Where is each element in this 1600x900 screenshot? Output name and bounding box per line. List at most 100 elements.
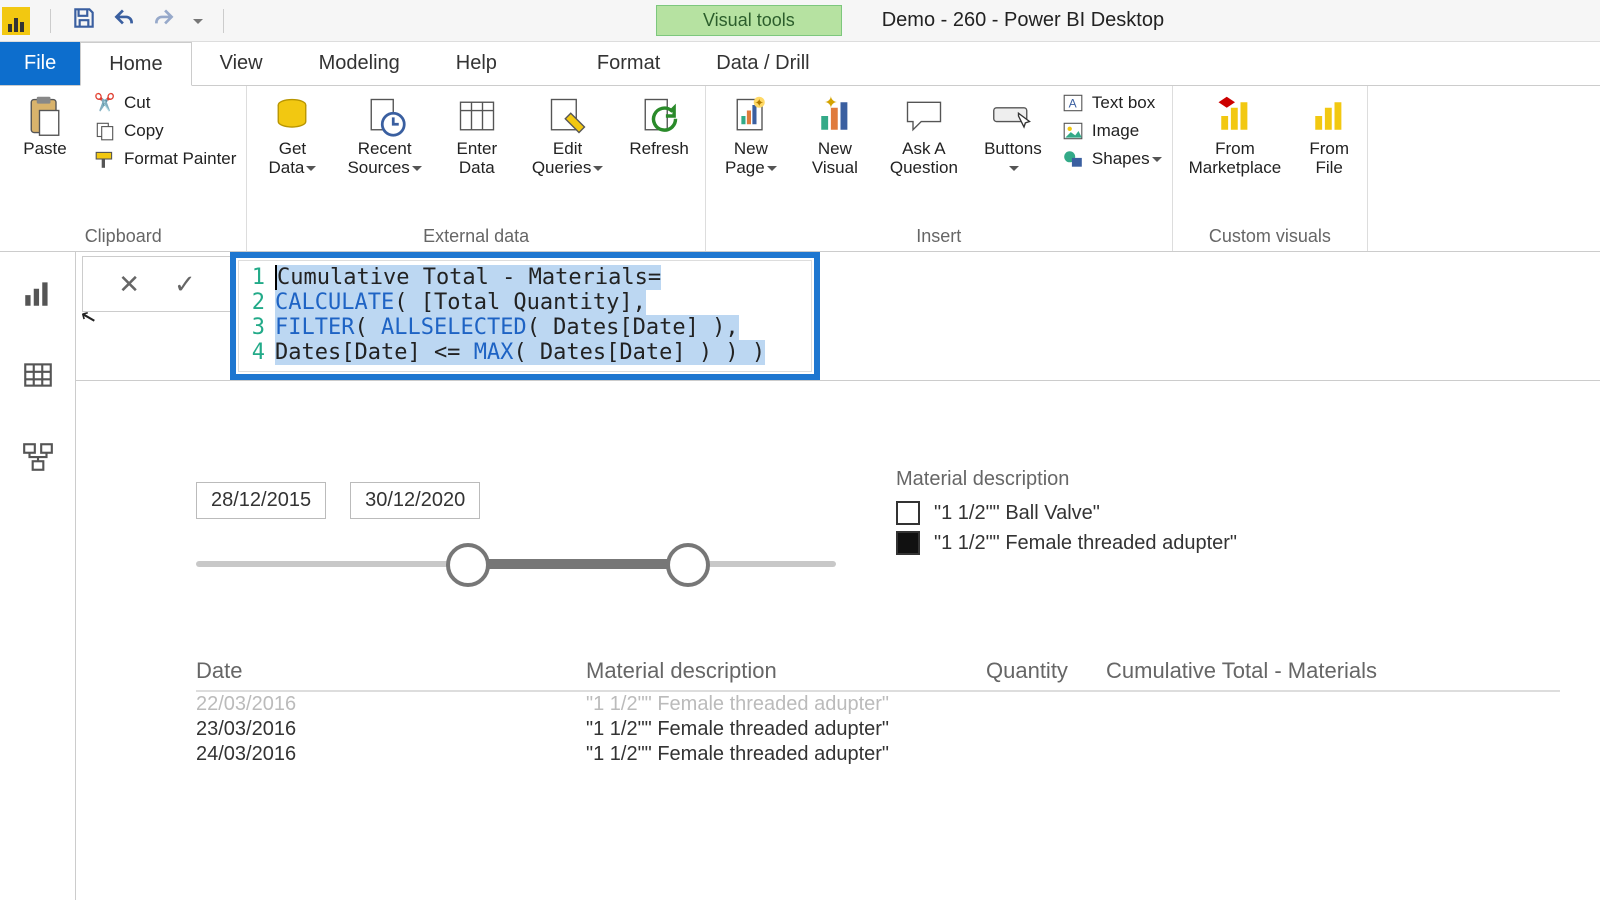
slider-handle-end[interactable] [666,543,710,587]
tab-data-drill[interactable]: Data / Drill [688,42,837,85]
table-row[interactable]: 22/03/2016"1 1/2"" Female threaded adupt… [196,692,1560,717]
enter-data-icon [455,94,499,138]
buttons-button[interactable]: Buttons [978,92,1048,179]
group-insert: ✦NewPage ✦NewVisual Ask AQuestion Button… [706,86,1173,251]
new-page-label: NewPage [725,140,777,177]
buttons-icon [991,94,1035,138]
tab-view[interactable]: View [192,42,291,85]
ask-question-label: Ask AQuestion [890,140,958,177]
formula-editor[interactable]: 1Cumulative Total - Materials = 2CALCULA… [238,260,812,372]
shapes-label: Shapes [1092,149,1162,169]
col-date[interactable]: Date [196,658,586,684]
group-custom-label: Custom visuals [1209,224,1331,249]
get-data-label: GetData [268,140,316,177]
from-marketplace-label: FromMarketplace [1189,140,1282,177]
redo-icon[interactable] [151,5,177,36]
slider-handle-start[interactable] [446,543,490,587]
table-row[interactable]: 24/03/2016"1 1/2"" Female threaded adupt… [196,742,1560,767]
formula-bar-row: ✕ ✓ 1Cumulative Total - Materials = 2CAL… [76,252,1600,381]
qat-dropdown-icon[interactable] [191,11,203,31]
document-title: Demo - 260 - Power BI Desktop [882,9,1164,32]
slicer-slider[interactable] [196,533,836,593]
slicer-start-date[interactable]: 28/12/2015 [196,482,326,519]
recent-sources-button[interactable]: RecentSources [341,92,427,179]
image-button[interactable]: Image [1062,120,1162,142]
edit-queries-icon [546,94,590,138]
format-painter-button[interactable]: Format Painter [94,148,236,170]
legend-item-2-label: "1 1/2"" Female threaded adupter" [934,532,1237,555]
tab-file[interactable]: File [0,42,80,85]
quick-access-toolbar [38,5,236,36]
legend-item-2[interactable]: "1 1/2"" Female threaded adupter" [896,531,1237,555]
cut-label: Cut [124,93,150,113]
from-file-button[interactable]: FromFile [1301,92,1357,179]
get-data-button[interactable]: GetData [257,92,327,179]
text-box-button[interactable]: A Text box [1062,92,1162,114]
format-painter-icon [94,148,116,170]
workspace: ✕ ✓ 1Cumulative Total - Materials = 2CAL… [0,252,1600,900]
new-page-icon: ✦ [729,94,773,138]
copy-button[interactable]: Copy [94,120,236,142]
text-box-label: Text box [1092,93,1155,113]
tab-home[interactable]: Home [80,42,191,86]
paste-icon [23,94,67,138]
ask-question-button[interactable]: Ask AQuestion [884,92,964,179]
from-file-label: FromFile [1309,140,1349,177]
group-custom-visuals: FromMarketplace FromFile Custom visuals [1173,86,1369,251]
new-page-button[interactable]: ✦NewPage [716,92,786,179]
image-icon [1062,120,1084,142]
recent-sources-label: RecentSources [347,140,421,177]
save-icon[interactable] [71,5,97,36]
refresh-icon [637,94,681,138]
col-material[interactable]: Material description [586,658,986,684]
tab-format[interactable]: Format [569,42,688,85]
legend-item-1[interactable]: "1 1/2"" Ball Valve" [896,501,1237,525]
edit-queries-label: EditQueries [532,140,604,177]
slicer-end-date[interactable]: 30/12/2020 [350,482,480,519]
formula-controls: ✕ ✓ [82,256,232,312]
undo-icon[interactable] [111,5,137,36]
new-visual-icon: ✦ [813,94,857,138]
new-visual-button[interactable]: ✦NewVisual [800,92,870,179]
legend-swatch-filled [896,531,920,555]
date-slicer[interactable]: 28/12/2015 30/12/2020 [196,482,836,593]
enter-data-button[interactable]: EnterData [442,92,512,179]
paste-button[interactable]: Paste [10,92,80,161]
copy-label: Copy [124,121,164,141]
legend-title: Material description [896,468,1237,491]
from-marketplace-button[interactable]: FromMarketplace [1183,92,1288,179]
model-view-button[interactable] [17,436,59,478]
commit-formula-button[interactable]: ✓ [174,269,196,300]
report-canvas: ✕ ✓ 1Cumulative Total - Materials = 2CAL… [76,252,1600,900]
ask-question-icon [902,94,946,138]
shapes-button[interactable]: Shapes [1062,148,1162,170]
data-view-button[interactable] [17,354,59,396]
paste-label: Paste [23,140,66,159]
group-external-label: External data [423,224,529,249]
report-view-button[interactable] [17,272,59,314]
legend-item-1-label: "1 1/2"" Ball Valve" [934,502,1100,525]
table-row[interactable]: 23/03/2016"1 1/2"" Female threaded adupt… [196,717,1560,742]
image-label: Image [1092,121,1139,141]
col-cumulative[interactable]: Cumulative Total - Materials [1106,658,1560,684]
refresh-label: Refresh [629,140,689,159]
text-box-icon: A [1062,92,1084,114]
group-external-data: GetData RecentSources EnterData EditQuer… [247,86,705,251]
cancel-formula-button[interactable]: ✕ [118,269,140,300]
table-header: Date Material description Quantity Cumul… [196,652,1560,692]
format-painter-label: Format Painter [124,149,236,169]
copy-icon [94,120,116,142]
from-file-icon [1307,94,1351,138]
tab-help[interactable]: Help [428,42,525,85]
ribbon-tabs: File Home View Modeling Help Format Data… [0,42,1600,86]
cut-button[interactable]: ✂️Cut [94,92,236,114]
refresh-button[interactable]: Refresh [623,92,695,161]
col-quantity[interactable]: Quantity [986,658,1106,684]
svg-text:A: A [1069,96,1078,110]
title-bar: Visual tools Demo - 260 - Power BI Deskt… [0,0,1600,42]
edit-queries-button[interactable]: EditQueries [526,92,610,179]
marketplace-icon [1213,94,1257,138]
app-logo-icon [2,7,30,35]
shapes-icon [1062,148,1084,170]
tab-modeling[interactable]: Modeling [291,42,428,85]
